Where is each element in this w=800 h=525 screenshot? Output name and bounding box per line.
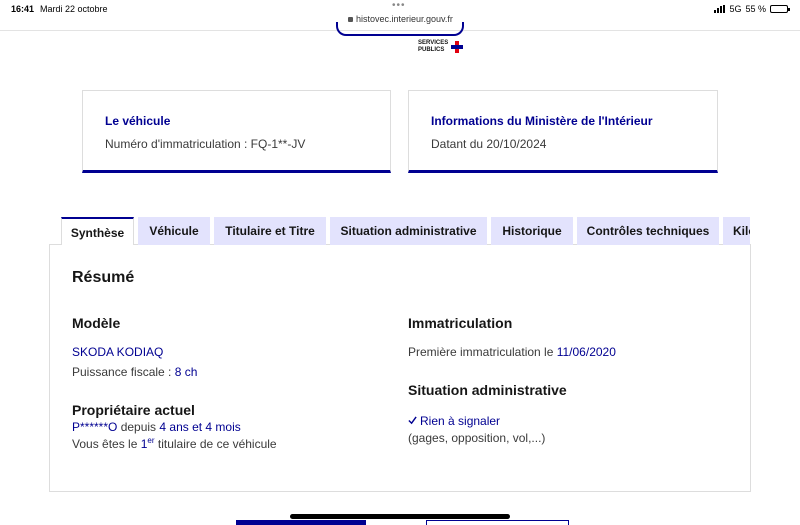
bottom-secondary-button-fragment[interactable] [426, 520, 569, 525]
services-publics-logo: SERVICES PUBLICS [418, 40, 464, 54]
tab-bar: Synthèse Véhicule Titulaire et Titre Sit… [61, 217, 750, 245]
summary-heading: Résumé [72, 269, 135, 286]
battery-percent: 55 % [745, 4, 766, 14]
logo-text: SERVICES PUBLICS [418, 40, 448, 54]
tab-controles-techniques[interactable]: Contrôles techniques [577, 217, 719, 245]
holder-prefix: Vous êtes le [72, 437, 141, 451]
admin-heading: Situation administrative [408, 382, 567, 398]
fiscal-power-value: 8 ch [174, 365, 198, 379]
logo-line2: PUBLICS [418, 47, 445, 53]
fiscal-power-label: Puissance fiscale : [72, 365, 175, 379]
tab-historique[interactable]: Historique [491, 217, 573, 245]
status-date: Mardi 22 octobre [40, 4, 108, 14]
admin-status-text: Rien à signaler [420, 414, 501, 428]
holder-suffix: titulaire de ce véhicule [154, 437, 277, 451]
status-time: 16:41 [11, 4, 35, 14]
first-registration-label: Première immatriculation le [408, 345, 557, 359]
signal-icon [714, 5, 726, 13]
ministry-card-date: Datant du 20/10/2024 [431, 137, 547, 151]
tab-synthese[interactable]: Synthèse [61, 217, 134, 245]
status-indicators: 5G 55 % [714, 4, 790, 14]
logo-line1: SERVICES [418, 40, 449, 46]
tab-titulaire[interactable]: Titulaire et Titre [214, 217, 326, 245]
owner-since-value: 4 ans et 4 mois [159, 420, 241, 434]
first-registration: Première immatriculation le 11/06/2020 [408, 345, 616, 359]
admin-status: Rien à signaler [408, 414, 500, 428]
ministry-card-title: Informations du Ministère de l'Intérieur [431, 114, 653, 128]
first-registration-date: 11/06/2020 [556, 345, 616, 359]
vehicle-card-plate: Numéro d'immatriculation : FQ-1**-JV [105, 137, 306, 151]
model-name: SKODA KODIAQ [72, 345, 164, 359]
holder-rank-sup: er [147, 436, 155, 445]
check-icon [408, 416, 417, 425]
plus-icon [451, 41, 464, 53]
battery-icon [770, 5, 790, 13]
fiscal-power: Puissance fiscale : 8 ch [72, 365, 197, 379]
holder-rank-line: Vous êtes le 1er titulaire de ce véhicul… [72, 436, 277, 452]
more-dots-icon[interactable]: ••• [392, 0, 406, 11]
tab-situation-administrative[interactable]: Situation administrative [330, 217, 487, 245]
vehicle-card: Le véhicule Numéro d'immatriculation : F… [82, 90, 391, 173]
ministry-card: Informations du Ministère de l'Intérieur… [408, 90, 718, 173]
admin-details: (gages, opposition, vol,...) [408, 431, 546, 445]
tab-vehicule[interactable]: Véhicule [138, 217, 210, 245]
model-heading: Modèle [72, 315, 121, 331]
network-label: 5G [729, 4, 742, 14]
home-indicator[interactable] [290, 514, 510, 519]
vehicle-card-title: Le véhicule [105, 114, 171, 128]
registration-heading: Immatriculation [408, 315, 513, 331]
owner-heading: Propriétaire actuel [72, 402, 195, 418]
header-button-fragment[interactable] [336, 22, 464, 36]
owner-since-label: depuis [117, 420, 160, 434]
bottom-primary-button-fragment[interactable] [236, 520, 366, 525]
owner-name: P******O [72, 420, 118, 434]
tab-kilometrage[interactable]: Kilo [723, 217, 750, 245]
owner-line: P******O depuis 4 ans et 4 mois [72, 420, 241, 434]
